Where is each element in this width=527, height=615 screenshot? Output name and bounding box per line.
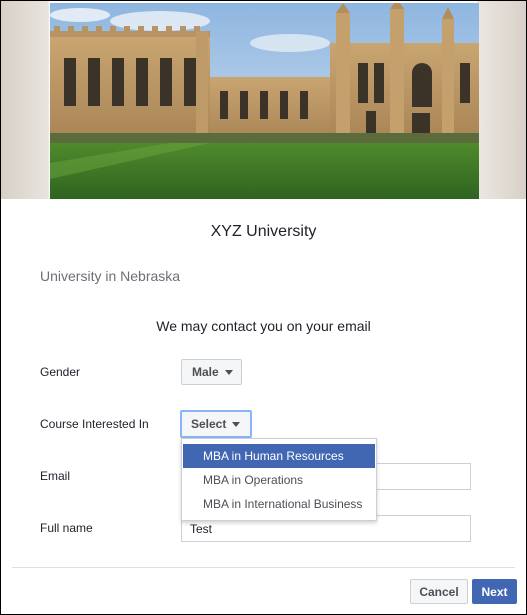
page-title: XYZ University bbox=[210, 223, 317, 240]
form-dialog: XYZ University University in Nebraska We… bbox=[0, 0, 527, 615]
fullname-label: Full name bbox=[40, 521, 93, 535]
page-subtitle: University in Nebraska bbox=[40, 268, 181, 284]
email-label: Email bbox=[40, 469, 71, 483]
course-option-operations[interactable]: MBA in Operations bbox=[182, 468, 376, 492]
gender-select[interactable]: Male bbox=[181, 359, 242, 385]
course-value: Select bbox=[191, 417, 227, 431]
gender-value: Male bbox=[192, 365, 219, 379]
contact-notice: We may contact you on your email bbox=[156, 318, 371, 334]
course-dropdown-menu: MBA in Human Resources MBA in Operations… bbox=[181, 438, 377, 521]
caret-down-icon bbox=[232, 422, 241, 427]
course-select[interactable]: Select bbox=[180, 410, 252, 438]
course-option-hr[interactable]: MBA in Human Resources bbox=[183, 444, 375, 468]
next-button[interactable]: Next bbox=[472, 579, 517, 604]
university-photo bbox=[50, 3, 479, 199]
footer-divider bbox=[12, 567, 515, 568]
caret-down-icon bbox=[224, 370, 233, 375]
course-label: Course Interested In bbox=[40, 417, 149, 431]
cancel-button[interactable]: Cancel bbox=[410, 579, 468, 604]
gender-label: Gender bbox=[40, 365, 81, 379]
course-option-international-business[interactable]: MBA in International Business bbox=[182, 492, 376, 516]
